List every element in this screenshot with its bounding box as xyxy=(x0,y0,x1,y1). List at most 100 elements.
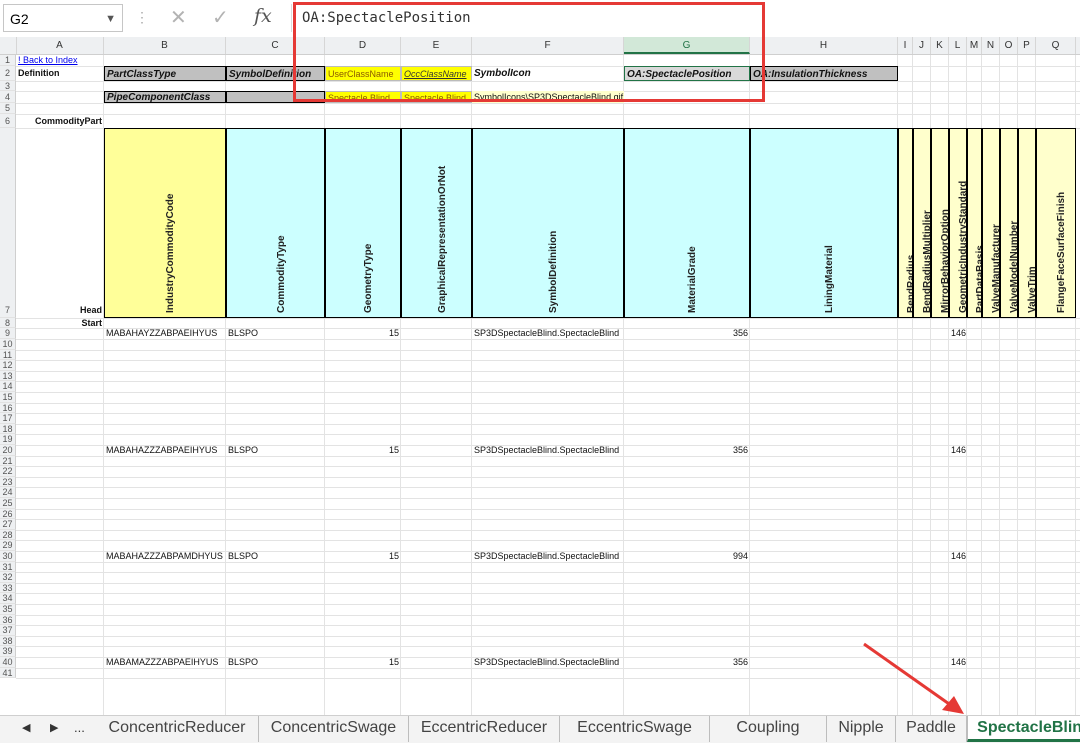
header-label: LiningMaterial xyxy=(824,245,835,313)
column-header-j[interactable]: J xyxy=(913,37,931,54)
header-geometrytype: GeometryType xyxy=(325,127,401,318)
row-header-9[interactable]: 9 xyxy=(0,328,16,339)
insert-function-icon[interactable]: fx xyxy=(254,5,272,27)
row-header-12[interactable]: 12 xyxy=(0,360,16,371)
row-header-28[interactable]: 28 xyxy=(0,529,16,541)
column-header-m[interactable]: M xyxy=(967,37,982,54)
column-header-e[interactable]: E xyxy=(401,37,472,54)
user-class-name-value: Spectacle Blind xyxy=(325,91,401,104)
row-header-40[interactable]: 40 xyxy=(0,657,16,668)
row-header-31[interactable]: 31 xyxy=(0,561,16,573)
row-header-18[interactable]: 18 xyxy=(0,423,16,435)
row-header-1[interactable]: 1 xyxy=(0,55,16,66)
row-header-37[interactable]: 37 xyxy=(0,625,16,636)
formula-input[interactable]: OA:SpectaclePosition xyxy=(291,4,1080,32)
confirm-icon[interactable]: ✓ xyxy=(212,5,229,30)
back-to-index-link[interactable]: ! Back to Index xyxy=(16,55,104,66)
column-header-f[interactable]: F xyxy=(472,37,624,54)
header-geometricindustrystandard: GeometricIndustryStandard xyxy=(949,127,967,318)
prev-sheet-button[interactable]: ◀ xyxy=(22,721,30,734)
chevron-down-icon[interactable]: ▼ xyxy=(105,5,116,33)
row-header-24[interactable]: 24 xyxy=(0,487,16,498)
sheet-tab-nipple[interactable]: Nipple xyxy=(827,716,896,742)
sheet-tab-spectacleblind[interactable]: SpectacleBlind xyxy=(967,716,1080,742)
sheet-tab-concentricswage[interactable]: ConcentricSwage xyxy=(259,716,409,742)
row-header-13[interactable]: 13 xyxy=(0,370,16,382)
header-graphicalrepresentationornot: GraphicalRepresentationOrNot xyxy=(401,127,472,318)
column-header-i[interactable]: I xyxy=(898,37,913,54)
header-label: SymbolDefinition xyxy=(548,230,559,313)
next-sheet-button[interactable]: ▶ xyxy=(50,721,58,734)
row-header-10[interactable]: 10 xyxy=(0,339,16,350)
column-header-d[interactable]: D xyxy=(325,37,401,54)
column-header-a[interactable]: A xyxy=(16,37,104,54)
geometric-industry-standard: 146 xyxy=(951,445,967,455)
symbol-definition: SP3DSpectacleBlind.SpectacleBlind xyxy=(474,328,620,339)
industry-commodity-code: MABAHAZZZABPAMDHYUS xyxy=(106,551,223,561)
sheet-tab-eccentricreducer[interactable]: EccentricReducer xyxy=(409,716,560,742)
row-header-27[interactable]: 27 xyxy=(0,519,16,530)
column-header-n[interactable]: N xyxy=(982,37,1000,54)
row-header-8[interactable]: 8 xyxy=(0,317,16,329)
column-header-b[interactable]: B xyxy=(104,37,226,54)
row-header-16[interactable]: 16 xyxy=(0,402,16,414)
row-header-34[interactable]: 34 xyxy=(0,593,16,604)
header-mirrorbehavioroption: MirrorBehaviorOption xyxy=(931,127,949,318)
row-header-30[interactable]: 30 xyxy=(0,551,16,562)
sheet-tab-coupling[interactable]: Coupling xyxy=(710,716,827,742)
row-header-2[interactable]: 2 xyxy=(0,65,16,81)
row-gridline xyxy=(16,114,1080,129)
row-header-35[interactable]: 35 xyxy=(0,604,16,615)
column-header-q[interactable]: Q xyxy=(1036,37,1076,54)
row-header-36[interactable]: 36 xyxy=(0,614,16,626)
name-box[interactable]: G2 ▼ xyxy=(3,4,123,32)
column-header-l[interactable]: L xyxy=(949,37,967,54)
oa-spectacle-position-cell: OA:SpectaclePosition xyxy=(624,65,750,81)
row-header-38[interactable]: 38 xyxy=(0,635,16,647)
row-header-29[interactable]: 29 xyxy=(0,540,16,551)
row-header-41[interactable]: 41 xyxy=(0,667,16,679)
commodity-type: BLSPO xyxy=(228,551,259,561)
row-header-5[interactable]: 5 xyxy=(0,103,16,114)
row-header-32[interactable]: 32 xyxy=(0,572,16,583)
sheet-tab-concentricreducer[interactable]: ConcentricReducer xyxy=(96,716,259,742)
row-header-39[interactable]: 39 xyxy=(0,646,16,657)
material-grade: 356 xyxy=(732,657,748,667)
row-header-11[interactable]: 11 xyxy=(0,349,16,361)
row-header-7[interactable]: 7 xyxy=(0,127,16,318)
column-header-p[interactable]: P xyxy=(1018,37,1036,54)
geometric-industry-standard: 146 xyxy=(951,657,967,667)
row-header-33[interactable]: 33 xyxy=(0,582,16,594)
row-header-3[interactable]: 3 xyxy=(0,80,16,92)
symbol-definition: SP3DSpectacleBlind.SpectacleBlind xyxy=(474,551,620,561)
row-header-20[interactable]: 20 xyxy=(0,445,16,456)
geometry-type: 15 xyxy=(388,445,399,455)
row-header-17[interactable]: 17 xyxy=(0,413,16,424)
row-header-4[interactable]: 4 xyxy=(0,91,16,104)
column-header-g[interactable]: G xyxy=(624,37,750,54)
industry-commodity-code: MABAHAZZZABPAEIHYUS xyxy=(106,445,218,455)
row-header-6[interactable]: 6 xyxy=(0,113,16,128)
column-header-k[interactable]: K xyxy=(931,37,949,54)
symbol-definition: SP3DSpectacleBlind.SpectacleBlind xyxy=(474,445,620,455)
column-header-h[interactable]: H xyxy=(750,37,898,54)
more-sheets-button[interactable]: ... xyxy=(74,720,85,735)
select-all-corner[interactable] xyxy=(0,37,17,54)
row-header-25[interactable]: 25 xyxy=(0,498,16,509)
row-header-26[interactable]: 26 xyxy=(0,508,16,520)
cancel-icon[interactable]: ✕ xyxy=(170,5,187,30)
sheet-tab-eccentricswage[interactable]: EccentricSwage xyxy=(560,716,710,742)
pipe-component-class-value xyxy=(226,91,325,104)
sheet-tab-bar: ◀ ▶ ... ConcentricReducer ConcentricSwage… xyxy=(0,715,1080,743)
row-header-14[interactable]: 14 xyxy=(0,381,16,392)
row-header-15[interactable]: 15 xyxy=(0,392,16,403)
row-header-22[interactable]: 22 xyxy=(0,466,16,477)
spreadsheet-grid[interactable]: ABCDEFGHIJKLMNOPQ 1 2 3 4 5 6 7 8 9 10 11 12 13 14 15 1… xyxy=(0,37,1080,715)
sheet-tab-paddle[interactable]: Paddle xyxy=(896,716,967,742)
column-header-o[interactable]: O xyxy=(1000,37,1018,54)
row-header-19[interactable]: 19 xyxy=(0,434,16,445)
row-header-23[interactable]: 23 xyxy=(0,476,16,488)
column-header-c[interactable]: C xyxy=(226,37,325,54)
row-header-21[interactable]: 21 xyxy=(0,455,16,467)
header-commoditytype: CommodityType xyxy=(226,127,325,318)
